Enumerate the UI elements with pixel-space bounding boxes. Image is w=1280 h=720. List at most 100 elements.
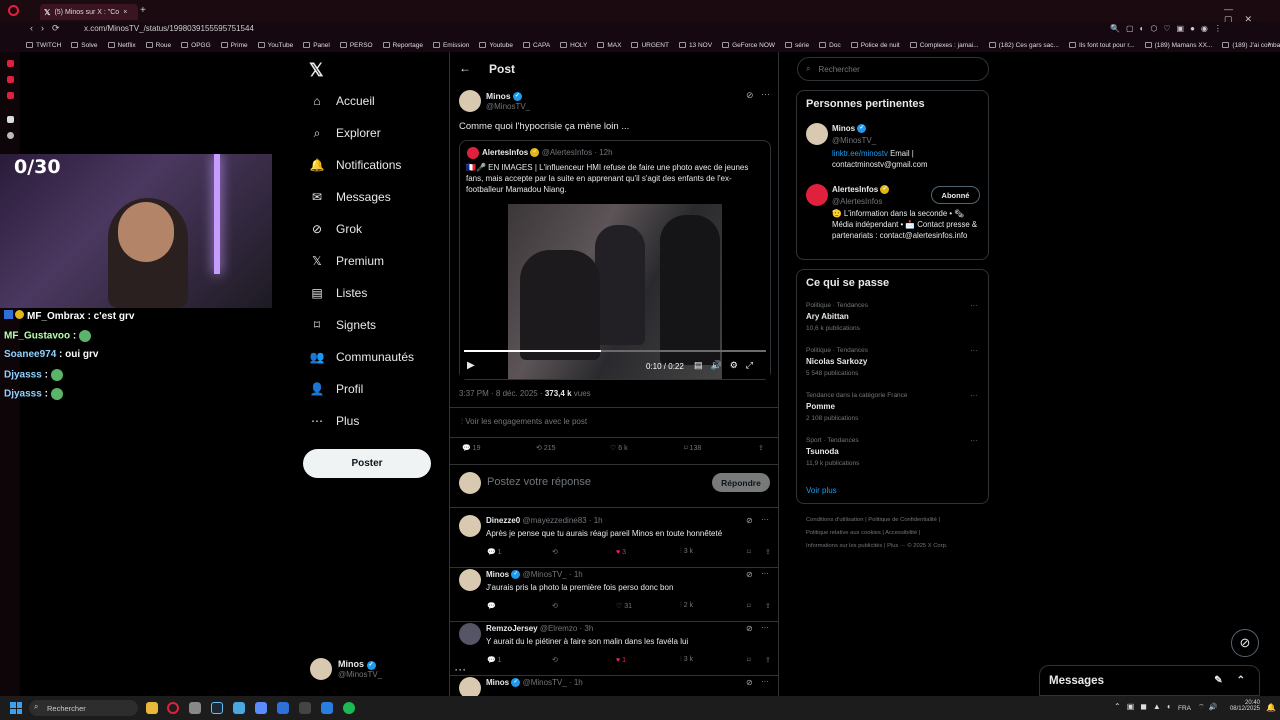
- share-icon[interactable]: ⇪: [765, 548, 771, 556]
- sidebar-shortcut-icon[interactable]: [7, 132, 14, 139]
- steam-icon[interactable]: [211, 702, 223, 714]
- bookmark-item[interactable]: Roue: [145, 42, 171, 49]
- like-action[interactable]: ♡ 31: [616, 602, 680, 610]
- more-icon[interactable]: ···: [761, 569, 769, 578]
- bookmark-item[interactable]: URGENT: [631, 42, 669, 49]
- reply-action[interactable]: 💬 1: [487, 548, 552, 556]
- bookmark-item[interactable]: Solve: [71, 42, 98, 49]
- bookmark-item[interactable]: OPGG: [181, 42, 211, 49]
- views-action[interactable]: ⫶ 3 k: [680, 656, 747, 664]
- more-icon[interactable]: ···: [970, 301, 978, 310]
- windows-start-icon[interactable]: [10, 702, 22, 714]
- more-icon[interactable]: ···: [970, 346, 978, 355]
- x-logo-icon[interactable]: 𝕏: [309, 60, 324, 81]
- nav-item-grok[interactable]: ⊘ Grok: [310, 222, 362, 236]
- bookmark-item[interactable]: CAPA: [522, 42, 550, 49]
- notification-bell-icon[interactable]: 🔔: [1266, 703, 1276, 712]
- messages-dock[interactable]: Messages ✎ ⌃: [1039, 665, 1260, 696]
- new-tab-button[interactable]: +: [140, 5, 146, 16]
- bookmark-item[interactable]: MAX: [597, 42, 621, 49]
- app-icon[interactable]: [255, 702, 267, 714]
- bookmark-item[interactable]: (182) Ces gars sac...: [988, 42, 1059, 49]
- app-icon[interactable]: [189, 702, 201, 714]
- views-action[interactable]: ⫶ 2 k: [680, 602, 747, 610]
- opera-logo-icon[interactable]: [8, 5, 19, 16]
- app-icon[interactable]: [277, 702, 289, 714]
- bookmark-item[interactable]: YouTube: [257, 42, 293, 49]
- nav-item-messages[interactable]: ✉ Messages: [310, 190, 391, 204]
- video-progress-bar[interactable]: [464, 350, 766, 352]
- avatar[interactable]: [806, 123, 828, 145]
- bookmark-item[interactable]: HOLY: [560, 42, 587, 49]
- reply-action[interactable]: 💬: [487, 602, 552, 610]
- chat-username[interactable]: MF_Ombrax: [27, 311, 85, 322]
- bookmark-icon[interactable]: ⌑: [747, 656, 765, 664]
- more-icon[interactable]: ···: [761, 89, 770, 99]
- sidebar-shortcut-icon[interactable]: [7, 92, 14, 99]
- avatar[interactable]: [459, 515, 481, 537]
- clock[interactable]: 20:40 08/12/2025: [1226, 700, 1260, 712]
- nav-item-premium[interactable]: 𝕏 Premium: [310, 254, 384, 268]
- app-icon[interactable]: [299, 702, 311, 714]
- bookmark-icon[interactable]: ⌑: [747, 548, 765, 556]
- more-icon[interactable]: ···: [970, 391, 978, 400]
- footer-links[interactable]: Politique relative aux cookies | Accessi…: [806, 530, 920, 536]
- video-controls-icons[interactable]: ▤🔊⚙⤢: [694, 360, 761, 371]
- post-button[interactable]: Poster: [303, 449, 431, 478]
- bookmark-action[interactable]: ⌑ 138: [684, 444, 758, 452]
- chat-username[interactable]: MF_Gustavoo: [4, 330, 70, 341]
- grok-icon[interactable]: ⊘: [746, 516, 753, 525]
- more-icon[interactable]: ···: [761, 515, 769, 524]
- post-author[interactable]: Minos: [486, 91, 511, 101]
- views-action[interactable]: ⫶ 3 k: [680, 548, 747, 556]
- back-arrow-icon[interactable]: ←: [459, 61, 471, 75]
- reply-author[interactable]: Minos: [486, 570, 509, 579]
- reply-author[interactable]: Dinezze0: [486, 516, 520, 525]
- post-handle[interactable]: @MinosTV_: [486, 102, 530, 111]
- nav-arrows-icon[interactable]: ‹›⟳: [30, 23, 68, 34]
- nav-item-notifications[interactable]: 🔔 Notifications: [310, 158, 402, 172]
- tray-status-icons[interactable]: ⌔🔊: [1198, 703, 1221, 712]
- share-icon[interactable]: ⇪: [758, 444, 764, 452]
- url-field[interactable]: x.com/MinosTV_/status/199803915559575154…: [84, 24, 254, 33]
- like-action[interactable]: ♥ 3: [616, 549, 680, 556]
- repost-action[interactable]: ⟲: [552, 656, 616, 664]
- reply-action[interactable]: 💬 19: [462, 444, 536, 452]
- bio-link[interactable]: linktr.ee/minostv: [832, 149, 888, 158]
- footer-links[interactable]: Conditions d'utilisation | Politique de …: [806, 517, 940, 523]
- bookmark-item[interactable]: Reportage: [382, 42, 423, 49]
- bookmark-item[interactable]: Emission: [432, 42, 469, 49]
- new-message-icon[interactable]: ✎: [1214, 675, 1222, 686]
- more-icon[interactable]: ···: [761, 623, 769, 632]
- extension-icons[interactable]: 🔍▢◐⬡♡▣●◉⋮: [1110, 24, 1228, 33]
- avatar[interactable]: [459, 90, 481, 112]
- bookmark-item[interactable]: 13 NOV: [678, 42, 712, 49]
- avatar[interactable]: [459, 623, 481, 645]
- nav-item-profil[interactable]: 👤 Profil: [310, 382, 364, 396]
- app-icon[interactable]: [321, 702, 333, 714]
- sidebar-shortcut-icon[interactable]: [7, 60, 14, 67]
- repost-action[interactable]: ⟲: [552, 548, 616, 556]
- reply-action[interactable]: 💬 1: [487, 656, 552, 664]
- nav-item-communautes[interactable]: 👥 Communautés: [310, 350, 415, 364]
- chat-username[interactable]: Djyasss: [4, 369, 42, 380]
- grok-icon[interactable]: ⊘: [746, 90, 754, 101]
- grok-button[interactable]: ⊘: [1231, 629, 1259, 657]
- bookmark-item[interactable]: TWITCH: [26, 42, 61, 49]
- nav-item-signets[interactable]: ⌑ Signets: [310, 318, 376, 332]
- taskbar-search[interactable]: Rechercher: [29, 700, 138, 716]
- repost-action[interactable]: ⟲: [552, 602, 616, 610]
- avatar[interactable]: [459, 569, 481, 591]
- reply-button[interactable]: Répondre: [712, 473, 770, 492]
- bookmark-item[interactable]: (189) Mamans XX...: [1144, 42, 1212, 49]
- share-icon[interactable]: ⇪: [765, 602, 771, 610]
- account-switcher[interactable]: Minos ✓ @MinosTV_ ···: [310, 658, 466, 680]
- person-name[interactable]: AlertesInfos: [832, 185, 878, 194]
- share-icon[interactable]: ⇪: [765, 656, 771, 664]
- nav-item-accueil[interactable]: ⌂ Accueil: [310, 94, 374, 108]
- nav-item-plus[interactable]: ⋯ Plus: [310, 414, 359, 428]
- browser-tab-active[interactable]: 𝕏 (5) Minos sur X : "Co ×: [40, 4, 138, 20]
- bookmarks-more-icon[interactable]: ›: [1268, 39, 1271, 48]
- opera-icon[interactable]: [167, 702, 179, 714]
- chat-username[interactable]: Djyasss: [4, 389, 42, 400]
